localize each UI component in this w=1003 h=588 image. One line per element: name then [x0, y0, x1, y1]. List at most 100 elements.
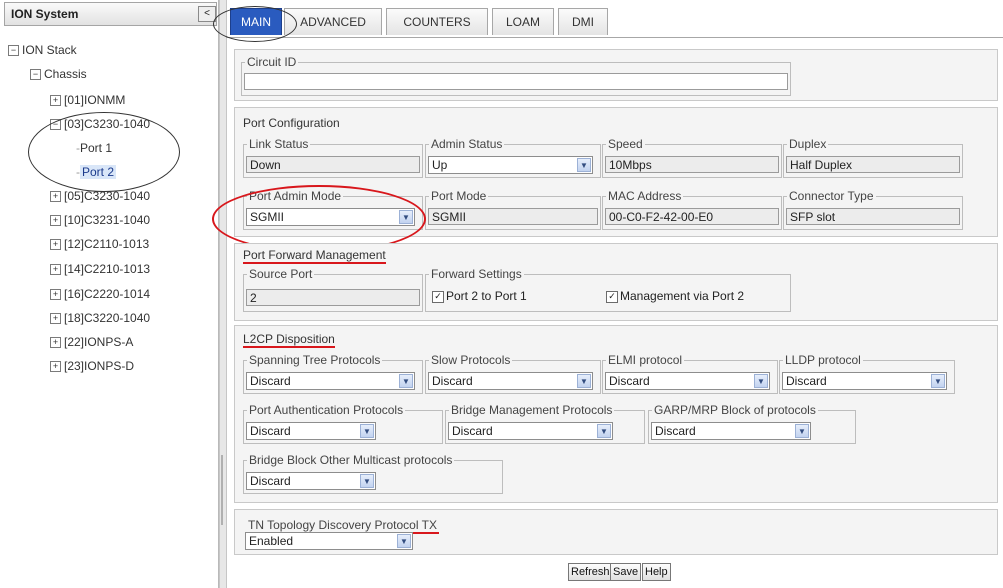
plus-icon[interactable]: + — [50, 264, 61, 276]
circuit-id-label: Circuit ID — [245, 55, 299, 69]
tree-item[interactable]: + [22]IONPS-A — [50, 335, 133, 349]
plus-icon[interactable]: + — [50, 289, 61, 301]
connector-type-label: Connector Type — [787, 189, 876, 203]
forward-settings-label: Forward Settings — [429, 267, 524, 281]
chevron-down-icon[interactable]: ▼ — [399, 374, 413, 388]
tree-item[interactable]: + [01]IONMM — [50, 93, 125, 107]
connector-type-value: SFP slot — [786, 208, 960, 225]
tree-chassis[interactable]: − Chassis — [30, 67, 87, 81]
chevron-down-icon[interactable]: ▼ — [360, 474, 374, 488]
management-via-port2-option[interactable]: ✓ Management via Port 2 — [606, 289, 744, 303]
elmi-select[interactable]: Discard ▼ — [605, 372, 770, 390]
chevron-down-icon[interactable]: ▼ — [397, 534, 411, 548]
tree-root[interactable]: − ION Stack — [8, 43, 77, 57]
garp-value: Discard — [655, 424, 696, 438]
tree-item[interactable]: + [23]IONPS-D — [50, 359, 134, 373]
tab-advanced[interactable]: ADVANCED — [284, 8, 382, 35]
port2-to-port1-option[interactable]: ✓ Port 2 to Port 1 — [432, 289, 527, 303]
tree-item-label: [18]C3220-1040 — [64, 311, 151, 325]
chevron-down-icon[interactable]: ▼ — [931, 374, 945, 388]
circuit-id-input[interactable] — [244, 73, 788, 90]
slow-select[interactable]: Discard ▼ — [428, 372, 593, 390]
bblock-label: Bridge Block Other Multicast protocols — [247, 453, 455, 467]
link-status-label: Link Status — [247, 137, 311, 151]
tree-item[interactable]: + [14]C2210-1013 — [50, 262, 150, 276]
bmgmt-select[interactable]: Discard ▼ — [448, 422, 613, 440]
tab-dmi[interactable]: DMI — [558, 8, 608, 35]
tree-item[interactable]: + [12]C2110-1013 — [50, 237, 149, 251]
garp-group: GARP/MRP Block of protocols Discard ▼ — [648, 403, 856, 444]
bblock-select[interactable]: Discard ▼ — [246, 472, 376, 490]
bmgmt-label: Bridge Management Protocols — [449, 403, 615, 417]
port-forward-title: Port Forward Management — [243, 248, 386, 264]
plus-icon[interactable]: + — [50, 215, 61, 227]
chevron-down-icon[interactable]: ▼ — [597, 424, 611, 438]
plus-icon[interactable]: + — [50, 313, 61, 325]
tab-counters[interactable]: COUNTERS — [386, 8, 488, 35]
stp-value: Discard — [250, 374, 291, 388]
splitter-grip[interactable] — [221, 455, 223, 525]
admin-status-select[interactable]: Up ▼ — [428, 156, 593, 174]
stp-label: Spanning Tree Protocols — [247, 353, 383, 367]
l2cp-section: L2CP Disposition Spanning Tree Protocols… — [234, 325, 998, 503]
plus-icon[interactable]: + — [50, 191, 61, 203]
bblock-value: Discard — [250, 474, 291, 488]
source-port-value: 2 — [246, 289, 420, 306]
pauth-select[interactable]: Discard ▼ — [246, 422, 376, 440]
tree-item-label: [14]C2210-1013 — [64, 262, 151, 276]
plus-icon[interactable]: + — [50, 95, 61, 107]
tree-item-label: [01]IONMM — [64, 93, 126, 107]
plus-icon[interactable]: + — [50, 337, 61, 349]
speed-label: Speed — [606, 137, 645, 151]
chevron-down-icon[interactable]: ▼ — [577, 374, 591, 388]
management-via-port2-label: Management via Port 2 — [620, 289, 745, 303]
tree-panel-title: ION System — [11, 7, 79, 21]
plus-icon[interactable]: + — [50, 361, 61, 373]
admin-status-label: Admin Status — [429, 137, 505, 151]
tree-item[interactable]: + [10]C3231-1040 — [50, 213, 150, 227]
plus-icon[interactable]: + — [50, 239, 61, 251]
help-button[interactable]: Help — [642, 563, 671, 581]
lldp-value: Discard — [786, 374, 827, 388]
check-icon[interactable]: ✓ — [606, 290, 618, 303]
garp-select[interactable]: Discard ▼ — [651, 422, 811, 440]
annotation-ellipse — [213, 6, 297, 42]
slow-value: Discard — [432, 374, 473, 388]
slow-label: Slow Protocols — [429, 353, 513, 367]
tree-chassis-label: Chassis — [44, 67, 87, 81]
port-config-title: Port Configuration — [243, 116, 340, 130]
tree-item-label: [10]C3231-1040 — [64, 213, 151, 227]
tree-item[interactable]: + [18]C3220-1040 — [50, 311, 150, 325]
chevron-down-icon[interactable]: ▼ — [360, 424, 374, 438]
save-button[interactable]: Save — [610, 563, 642, 581]
connector-type-group: Connector Type SFP slot — [783, 189, 963, 230]
slow-group: Slow Protocols Discard ▼ — [425, 353, 601, 394]
check-icon[interactable]: ✓ — [432, 290, 444, 303]
bmgmt-value: Discard — [452, 424, 493, 438]
link-status-value: Down — [246, 156, 420, 173]
garp-label: GARP/MRP Block of protocols — [652, 403, 818, 417]
lldp-select[interactable]: Discard ▼ — [782, 372, 947, 390]
refresh-button[interactable]: Refresh — [568, 563, 613, 581]
chevron-down-icon[interactable]: ▼ — [754, 374, 768, 388]
tab-divider — [226, 37, 1003, 38]
tn-topology-value: Enabled — [249, 534, 294, 548]
tn-topology-select[interactable]: Enabled ▼ — [245, 532, 413, 550]
tree-item-label: [16]C2220-1014 — [64, 287, 151, 301]
lldp-group: LLDP protocol Discard ▼ — [779, 353, 955, 394]
tab-loam[interactable]: LOAM — [492, 8, 554, 35]
speed-group: Speed 10Mbps — [602, 137, 782, 178]
stp-select[interactable]: Discard ▼ — [246, 372, 415, 390]
pauth-group: Port Authentication Protocols Discard ▼ — [243, 403, 443, 444]
tree-item-label: [23]IONPS-D — [64, 359, 135, 373]
chevron-down-icon[interactable]: ▼ — [795, 424, 809, 438]
minus-icon[interactable]: − — [30, 69, 41, 81]
mac-address-label: MAC Address — [606, 189, 684, 203]
bmgmt-group: Bridge Management Protocols Discard ▼ — [445, 403, 645, 444]
tree-item[interactable]: + [16]C2220-1014 — [50, 287, 150, 301]
minus-icon[interactable]: − — [8, 45, 19, 57]
mac-address-group: MAC Address 00-C0-F2-42-00-E0 — [602, 189, 782, 230]
chevron-down-icon[interactable]: ▼ — [577, 158, 591, 172]
circuit-id-group: Circuit ID — [241, 55, 791, 96]
admin-status-group: Admin Status Up ▼ — [425, 137, 601, 178]
